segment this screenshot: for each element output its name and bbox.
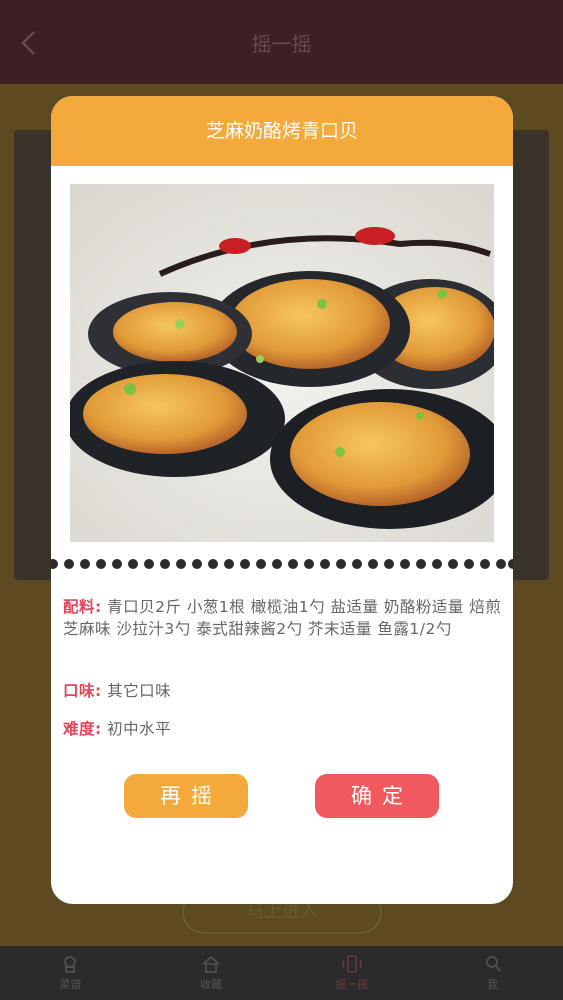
tab-bar: 菜谱 收藏 摇一摇 我	[0, 946, 563, 1000]
tab-me[interactable]: 我	[422, 946, 563, 1000]
perforation-divider	[51, 559, 513, 569]
tab-label: 菜谱	[59, 977, 82, 991]
ingredients-text: 青口贝2斤 小葱1根 橄榄油1勺 盐适量 奶酪粉适量 焙煎芝麻味 沙拉汁3勺 泰…	[63, 598, 502, 638]
taste-label: 口味:	[63, 682, 102, 700]
difficulty-value: 初中水平	[107, 720, 172, 738]
recipe-details: 配料: 青口贝2斤 小葱1根 橄榄油1勺 盐适量 奶酪粉适量 焙煎芝麻味 沙拉汁…	[63, 596, 503, 756]
chef-icon	[64, 955, 77, 973]
tab-label: 我	[487, 977, 499, 991]
home-icon	[202, 955, 220, 973]
ingredients-row: 配料: 青口贝2斤 小葱1根 橄榄油1勺 盐适量 奶酪粉适量 焙煎芝麻味 沙拉汁…	[63, 596, 503, 640]
tab-shake[interactable]: 摇一摇	[282, 946, 423, 1000]
nav-bar: 摇一摇	[0, 0, 563, 84]
taste-value: 其它口味	[107, 682, 172, 700]
shake-again-button[interactable]: 再摇	[124, 774, 248, 818]
modal-title: 芝麻奶酪烤青口贝	[51, 96, 513, 166]
shake-icon	[342, 954, 362, 973]
difficulty-row: 难度: 初中水平	[63, 718, 503, 740]
tab-favorites[interactable]: 收藏	[141, 946, 282, 1000]
tab-label: 收藏	[200, 977, 223, 991]
difficulty-label: 难度:	[63, 720, 102, 738]
confirm-button[interactable]: 确定	[315, 774, 439, 818]
nav-title: 摇一摇	[251, 32, 312, 56]
ingredients-label: 配料:	[63, 598, 102, 616]
tab-recipes[interactable]: 菜谱	[0, 946, 141, 1000]
recipe-photo	[70, 184, 494, 542]
recipe-modal: 芝麻奶酪烤青口贝 配料: 青口贝2斤 小葱1根 橄榄油1勺 盐适量 奶酪粉适量 …	[51, 96, 513, 904]
search-icon	[485, 955, 501, 971]
taste-row: 口味: 其它口味	[63, 680, 503, 702]
tab-label: 摇一摇	[335, 977, 369, 991]
